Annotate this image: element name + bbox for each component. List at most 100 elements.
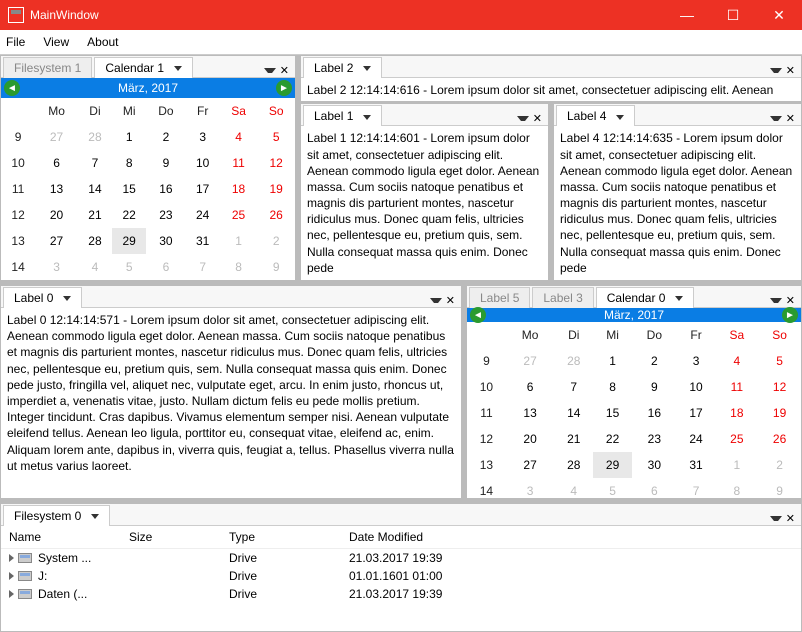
tab-close-icon[interactable]: ✕ <box>784 294 797 307</box>
tab-close-icon[interactable]: ✕ <box>784 512 797 525</box>
cal-day[interactable]: 17 <box>186 176 220 202</box>
tab-label5[interactable]: Label 5 <box>469 287 530 308</box>
cal-day[interactable]: 24 <box>677 426 716 452</box>
cal-day[interactable]: 12 <box>257 150 295 176</box>
cal-day[interactable]: 2 <box>758 452 801 478</box>
menu-view[interactable]: View <box>43 35 69 49</box>
cal-day[interactable]: 1 <box>112 124 146 150</box>
tab-close-icon[interactable]: ✕ <box>784 112 797 125</box>
cal-next-button[interactable]: ► <box>782 307 798 323</box>
cal-day[interactable]: 9 <box>257 254 295 280</box>
cal-day[interactable]: 18 <box>715 400 758 426</box>
cal-day[interactable]: 2 <box>632 348 677 374</box>
cal-day[interactable]: 19 <box>758 400 801 426</box>
calendar-grid-1[interactable]: MoDiMiDoFrSaSo92728123451067891011121113… <box>1 98 295 280</box>
col-date[interactable]: Date Modified <box>349 530 793 544</box>
cal-day[interactable]: 30 <box>632 452 677 478</box>
cal-day[interactable]: 21 <box>78 202 112 228</box>
cal-day[interactable]: 3 <box>186 124 220 150</box>
cal-day[interactable]: 10 <box>677 374 716 400</box>
cal-day[interactable]: 6 <box>35 150 78 176</box>
maximize-button[interactable]: ☐ <box>710 0 756 30</box>
cal-day[interactable]: 27 <box>35 124 78 150</box>
cal-day[interactable]: 1 <box>593 348 632 374</box>
cal-month-label[interactable]: März, 2017 <box>604 308 664 322</box>
cal-day[interactable]: 8 <box>593 374 632 400</box>
cal-day[interactable]: 1 <box>715 452 758 478</box>
cal-day[interactable]: 9 <box>632 374 677 400</box>
cal-day[interactable]: 11 <box>220 150 258 176</box>
cal-day[interactable]: 15 <box>593 400 632 426</box>
cal-day[interactable]: 23 <box>632 426 677 452</box>
cal-day[interactable]: 8 <box>715 478 758 499</box>
cal-day[interactable]: 16 <box>146 176 185 202</box>
expand-icon[interactable] <box>9 554 14 562</box>
menu-file[interactable]: File <box>6 35 25 49</box>
cal-day[interactable]: 14 <box>78 176 112 202</box>
tab-close-icon[interactable]: ✕ <box>531 112 544 125</box>
cal-day[interactable]: 25 <box>220 202 258 228</box>
cal-day[interactable]: 4 <box>715 348 758 374</box>
cal-day[interactable]: 15 <box>112 176 146 202</box>
tab-dropdown-icon[interactable] <box>264 68 276 73</box>
tab-dropdown-icon[interactable] <box>770 298 782 303</box>
calendar-grid-0[interactable]: MoDiMiDoFrSaSo92728123451067891011121113… <box>467 322 801 499</box>
cal-day[interactable]: 30 <box>146 228 185 254</box>
cal-day[interactable]: 31 <box>677 452 716 478</box>
cal-day[interactable]: 26 <box>257 202 295 228</box>
cal-day[interactable]: 13 <box>506 400 554 426</box>
cal-next-button[interactable]: ► <box>276 80 292 96</box>
cal-day[interactable]: 29 <box>593 452 632 478</box>
expand-icon[interactable] <box>9 572 14 580</box>
cal-day[interactable]: 12 <box>758 374 801 400</box>
cal-day[interactable]: 4 <box>78 254 112 280</box>
cal-day[interactable]: 3 <box>35 254 78 280</box>
cal-day[interactable]: 27 <box>506 452 554 478</box>
tab-label2[interactable]: Label 2 <box>303 57 382 78</box>
cal-month-label[interactable]: März, 2017 <box>118 81 178 95</box>
cal-day[interactable]: 5 <box>593 478 632 499</box>
cal-day[interactable]: 3 <box>506 478 554 499</box>
tab-dropdown-icon[interactable] <box>770 116 782 121</box>
cal-day[interactable]: 3 <box>677 348 716 374</box>
tab-calendar1[interactable]: Calendar 1 <box>94 57 193 78</box>
col-size[interactable]: Size <box>129 530 229 544</box>
tab-dropdown-icon[interactable] <box>517 116 529 121</box>
cal-day[interactable]: 11 <box>715 374 758 400</box>
expand-icon[interactable] <box>9 590 14 598</box>
tab-label4[interactable]: Label 4 <box>556 105 635 126</box>
cal-day[interactable]: 4 <box>554 478 593 499</box>
cal-day[interactable]: 24 <box>186 202 220 228</box>
cal-day[interactable]: 8 <box>112 150 146 176</box>
cal-day[interactable]: 9 <box>146 150 185 176</box>
cal-day[interactable]: 27 <box>35 228 78 254</box>
tab-label1[interactable]: Label 1 <box>303 105 382 126</box>
cal-day[interactable]: 13 <box>35 176 78 202</box>
cal-prev-button[interactable]: ◄ <box>470 307 486 323</box>
tab-close-icon[interactable]: ✕ <box>444 294 457 307</box>
cal-day[interactable]: 17 <box>677 400 716 426</box>
cal-day[interactable]: 23 <box>146 202 185 228</box>
cal-day[interactable]: 16 <box>632 400 677 426</box>
tab-close-icon[interactable]: ✕ <box>784 64 797 77</box>
cal-day[interactable]: 6 <box>146 254 185 280</box>
cal-day[interactable]: 28 <box>78 124 112 150</box>
cal-day[interactable]: 22 <box>112 202 146 228</box>
cal-day[interactable]: 1 <box>220 228 258 254</box>
cal-day[interactable]: 7 <box>78 150 112 176</box>
cal-day[interactable]: 20 <box>506 426 554 452</box>
cal-day[interactable]: 21 <box>554 426 593 452</box>
col-name[interactable]: Name <box>9 530 129 544</box>
tab-calendar0[interactable]: Calendar 0 <box>596 287 695 308</box>
cal-day[interactable]: 2 <box>146 124 185 150</box>
cal-day[interactable]: 10 <box>186 150 220 176</box>
cal-day[interactable]: 26 <box>758 426 801 452</box>
fs-row[interactable]: System ...Drive21.03.2017 19:39 <box>1 549 801 567</box>
tab-label3[interactable]: Label 3 <box>532 287 593 308</box>
cal-day[interactable]: 7 <box>186 254 220 280</box>
cal-day[interactable]: 25 <box>715 426 758 452</box>
tab-filesystem1[interactable]: Filesystem 1 <box>3 57 92 78</box>
cal-day[interactable]: 28 <box>554 452 593 478</box>
cal-day[interactable]: 18 <box>220 176 258 202</box>
close-button[interactable]: ✕ <box>756 0 802 30</box>
